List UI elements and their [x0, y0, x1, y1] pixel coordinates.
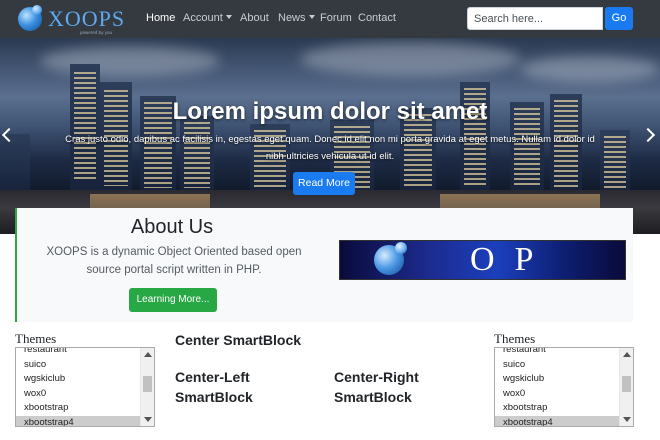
right-themes-title: Themes: [494, 331, 536, 346]
banner-text: OP: [470, 241, 554, 278]
nav-item-news-label: News: [278, 12, 306, 24]
about-title: About Us: [130, 216, 214, 238]
left-themes-title: Themes: [15, 331, 57, 346]
theme-option[interactable]: wgskiclub: [495, 372, 619, 387]
theme-option-selected[interactable]: xbootstrap4: [16, 415, 140, 426]
site-logo[interactable]: XOOPS powered by you: [18, 5, 128, 35]
hero-text: Cras justo odio, dapibus ac facilisis in…: [65, 134, 595, 162]
theme-option[interactable]: wgskiclub: [16, 372, 140, 387]
theme-option[interactable]: restaurant: [16, 348, 140, 358]
scroll-up-icon[interactable]: [623, 352, 631, 357]
nav-item-contact[interactable]: Contact: [358, 12, 396, 24]
right-themes-select[interactable]: restaurant suico wgskiclub wox0 xbootstr…: [494, 347, 634, 427]
left-themes-select[interactable]: restaurant suico wgskiclub wox0 xbootstr…: [15, 347, 155, 427]
search-input[interactable]: [467, 7, 603, 30]
theme-option[interactable]: wox0: [495, 387, 619, 402]
scrollbar[interactable]: [140, 348, 154, 426]
theme-option-selected[interactable]: xbootstrap4: [495, 415, 619, 426]
center-left-smartblock-title: Center-Left SmartBlock: [175, 369, 253, 405]
logo-text: XOOPS: [48, 6, 126, 31]
cloud: [300, 42, 520, 76]
search-go-button[interactable]: Go: [605, 7, 633, 30]
theme-option[interactable]: suico: [495, 358, 619, 373]
xoops-banner-image: OP: [339, 240, 626, 280]
theme-option[interactable]: xbootstrap: [16, 401, 140, 416]
scroll-down-icon[interactable]: [623, 417, 631, 422]
cloud: [520, 56, 660, 82]
theme-list: restaurant suico wgskiclub wox0 xbootstr…: [495, 348, 619, 426]
banner-ball-small-icon: [395, 242, 407, 254]
building: [0, 134, 30, 194]
nav-item-home[interactable]: Home: [146, 12, 175, 24]
scroll-thumb[interactable]: [143, 376, 152, 392]
center-right-smartblock-title: Center-Right SmartBlock: [334, 369, 419, 405]
logo-ball-small-icon: [32, 5, 42, 15]
nav-item-news[interactable]: News: [278, 12, 315, 24]
chevron-right-icon[interactable]: [640, 127, 656, 143]
read-more-button[interactable]: Read More: [293, 172, 355, 195]
scrollbar[interactable]: [619, 348, 633, 426]
scroll-down-icon[interactable]: [144, 417, 152, 422]
learning-more-button[interactable]: Learning More...: [129, 288, 217, 312]
hero-title: Lorem ipsum dolor sit amet: [172, 98, 488, 125]
chevron-down-icon: [225, 15, 232, 19]
about-text: XOOPS is a dynamic Object Oriented based…: [46, 246, 302, 276]
scroll-up-icon[interactable]: [144, 352, 152, 357]
hero-carousel: Lorem ipsum dolor sit amet Cras justo od…: [0, 38, 660, 234]
nav-item-account-label: Account: [183, 12, 223, 24]
theme-option[interactable]: suico: [16, 358, 140, 373]
about-section: About Us XOOPS is a dynamic Object Orien…: [15, 208, 633, 322]
theme-option[interactable]: xbootstrap: [495, 401, 619, 416]
nav-item-account[interactable]: Account: [183, 12, 232, 24]
cloud: [40, 46, 220, 76]
building: [600, 130, 630, 194]
theme-list: restaurant suico wgskiclub wox0 xbootstr…: [16, 348, 140, 426]
building: [70, 64, 100, 194]
logo-tagline: powered by you: [80, 30, 113, 35]
nav-item-about[interactable]: About: [240, 12, 269, 24]
chevron-down-icon: [308, 15, 315, 19]
theme-option[interactable]: wox0: [16, 387, 140, 402]
nav-item-forum[interactable]: Forum: [320, 12, 352, 24]
theme-option[interactable]: restaurant: [495, 348, 619, 358]
scroll-thumb[interactable]: [622, 376, 631, 392]
center-smartblock-title: Center SmartBlock: [175, 332, 302, 348]
navbar: XOOPS powered by you Home Account About …: [0, 0, 660, 38]
